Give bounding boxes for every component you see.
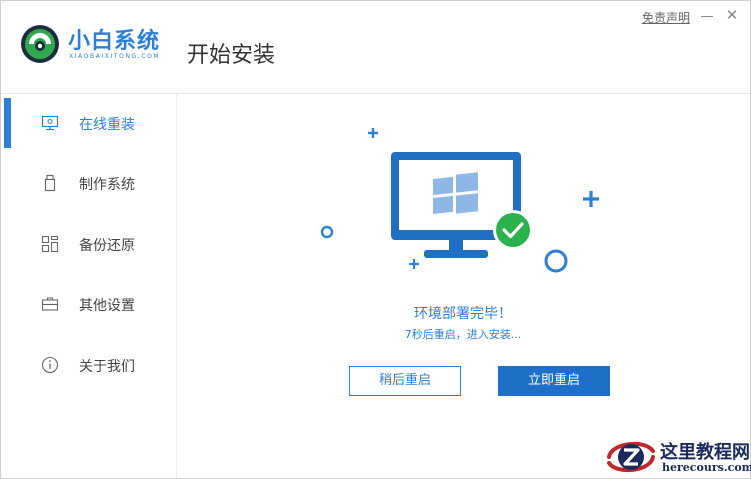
restart-now-button[interactable]: 立即重启 xyxy=(498,366,610,396)
info-icon xyxy=(41,356,59,374)
status-detail: 7秒后重启，进入安装... xyxy=(404,328,522,341)
app-logo-icon xyxy=(21,25,59,63)
toolbox-icon xyxy=(41,297,59,311)
sidebar-item-make-system[interactable]: 制作系统 xyxy=(1,158,176,208)
installer-window: 小白系统 XIAOBAIXITONG.COM 开始安装 免责声明 ✕ 在线重装 … xyxy=(0,0,751,479)
ring-icon xyxy=(544,249,568,273)
brand-name: 小白系统 xyxy=(68,29,161,54)
ring-icon xyxy=(320,225,334,239)
page-title: 开始安装 xyxy=(187,43,276,68)
status-title: 环境部署完毕！ xyxy=(414,306,512,322)
brand-domain: XIAOBAIXITONG.COM xyxy=(69,53,161,60)
sidebar-item-online-reinstall[interactable]: 在线重装 xyxy=(1,98,176,148)
header-divider xyxy=(1,93,750,94)
sidebar-item-backup-restore[interactable]: 备份还原 xyxy=(1,219,176,269)
monitor-icon xyxy=(41,115,59,131)
watermark-url: herecours.com xyxy=(662,461,751,474)
minimize-icon[interactable] xyxy=(700,9,714,23)
close-icon[interactable]: ✕ xyxy=(724,7,740,23)
sidebar-item-label: 关于我们 xyxy=(79,359,135,375)
plus-icon xyxy=(368,128,378,138)
disclaimer-link[interactable]: 免责声明 xyxy=(642,9,690,26)
plus-icon xyxy=(583,191,599,207)
restart-later-button[interactable]: 稍后重启 xyxy=(349,366,461,396)
sidebar-item-about-us[interactable]: 关于我们 xyxy=(1,340,176,390)
sidebar-item-label: 制作系统 xyxy=(79,177,135,193)
success-check-icon xyxy=(493,210,533,250)
backup-grid-icon xyxy=(41,235,59,253)
usb-drive-icon xyxy=(44,174,56,192)
sidebar-item-label: 备份还原 xyxy=(79,238,135,254)
install-ready-illustration xyxy=(320,128,599,273)
sidebar-divider xyxy=(176,94,177,478)
plus-icon xyxy=(409,259,419,269)
sidebar-item-label: 在线重装 xyxy=(79,117,135,133)
sidebar-item-other-settings[interactable]: 其他设置 xyxy=(1,279,176,329)
watermark-logo-icon xyxy=(607,441,655,473)
sidebar-item-label: 其他设置 xyxy=(79,298,135,314)
